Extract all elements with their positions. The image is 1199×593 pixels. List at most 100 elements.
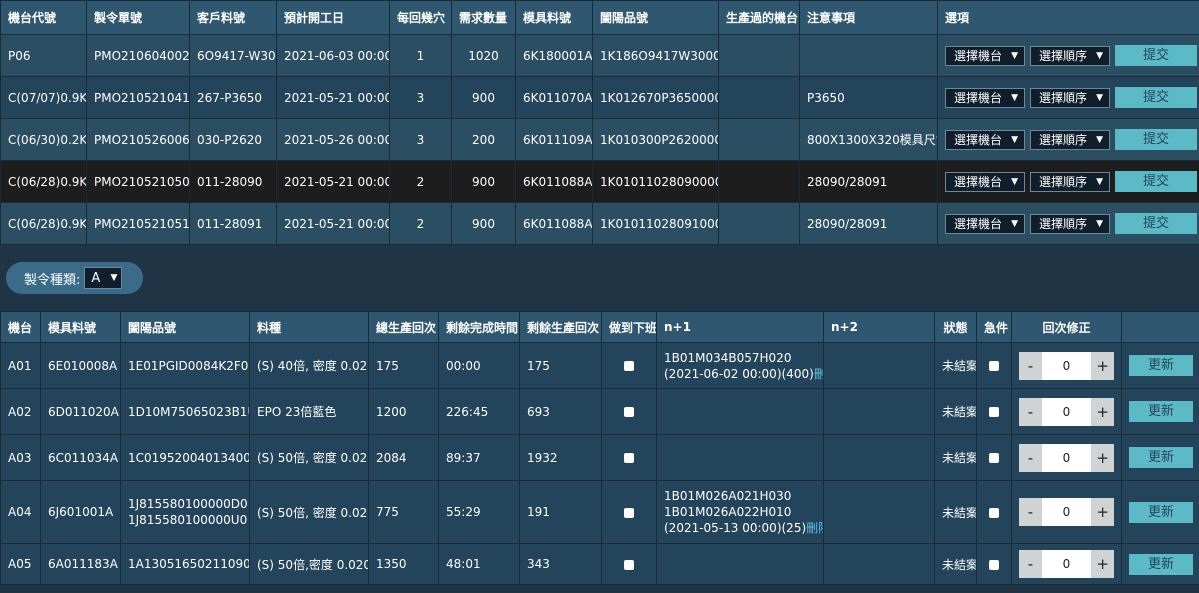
remaining-time-cell: 48:01 [438, 543, 520, 585]
urgent-checkbox[interactable] [989, 507, 999, 518]
until-shift-end-cell [601, 480, 657, 544]
status-cell: 未結案 [934, 434, 977, 481]
increment-button[interactable]: + [1091, 443, 1114, 472]
machine-cell: A02 [0, 388, 41, 435]
urgent-checkbox[interactable] [989, 559, 999, 570]
schedule-cell-machine: C(07/07)0.9K [0, 76, 87, 119]
n1-entry: 1B01M026A022H010 [664, 504, 816, 520]
until-shift-end-checkbox[interactable] [624, 453, 634, 463]
n1-entry-text: (2021-06-02 00:00)(400) [664, 366, 814, 381]
select-machine-dropdown[interactable]: 選擇機台 ▼ [945, 87, 1025, 108]
schedule-cell-produced-machines [718, 34, 800, 77]
until-shift-end-cell [601, 342, 657, 389]
select-machine-dropdown[interactable]: 選擇機台 ▼ [945, 171, 1025, 192]
schedule-cell-cavities: 1 [389, 34, 452, 77]
schedule-cell-produced-machines [718, 160, 800, 203]
decrement-button[interactable]: - [1019, 351, 1042, 380]
until-shift-end-checkbox[interactable] [624, 361, 634, 371]
select-order-dropdown[interactable]: 選擇順序 ▼ [1030, 45, 1110, 66]
urgent-checkbox[interactable] [989, 361, 999, 371]
update-button[interactable]: 更新 [1129, 355, 1193, 376]
increment-button[interactable]: + [1091, 397, 1114, 426]
schedule-cell-notes: 28090/28091 [799, 202, 938, 245]
decrement-button[interactable]: - [1019, 397, 1042, 426]
decrement-button[interactable]: - [1019, 550, 1042, 578]
select-machine-dropdown[interactable]: 選擇機台 ▼ [945, 45, 1025, 66]
update-button[interactable]: 更新 [1129, 401, 1193, 422]
schedule-cell-qty: 900 [451, 202, 516, 245]
select-machine-dropdown[interactable]: 選擇機台 ▼ [945, 129, 1025, 150]
submit-button[interactable]: 提交 [1115, 87, 1197, 108]
select-order-dropdown[interactable]: 選擇順序 ▼ [1030, 171, 1110, 192]
update-button[interactable]: 更新 [1129, 553, 1193, 575]
correction-input[interactable]: 0 [1041, 443, 1092, 472]
mold-cell: 6C011034A [40, 434, 121, 481]
schedule-cell-produced-machines [718, 118, 800, 161]
order-type-select[interactable]: A ▼ [84, 267, 123, 289]
until-shift-end-cell [601, 434, 657, 481]
until-shift-end-checkbox[interactable] [624, 507, 634, 518]
until-shift-end-checkbox[interactable] [624, 559, 634, 570]
schedule-options-cell: 選擇機台 ▼ 選擇順序 ▼ 提交 [937, 160, 1199, 203]
urgent-checkbox[interactable] [989, 453, 999, 463]
schedule-header-cell: 製令單號 [86, 0, 190, 35]
machine-status-header-cell: 做到下班 [601, 311, 657, 343]
correction-input[interactable]: 0 [1041, 397, 1092, 426]
schedule-cell-machine: P06 [0, 34, 87, 77]
product-cell: 1C01952004013400 [120, 434, 250, 481]
increment-button[interactable]: + [1091, 550, 1114, 578]
machine-status-header-cell: n+1 [656, 311, 824, 343]
correction-input[interactable]: 0 [1041, 351, 1092, 380]
schedule-cell-qty: 900 [451, 76, 516, 119]
correction-cell: -0 + [1011, 480, 1122, 544]
select-order-dropdown[interactable]: 選擇順序 ▼ [1030, 129, 1110, 150]
schedule-header-cell: 機台代號 [0, 0, 87, 35]
update-button[interactable]: 更新 [1129, 501, 1193, 523]
submit-button[interactable]: 提交 [1115, 129, 1197, 150]
schedule-cell-cavities: 2 [389, 202, 452, 245]
n1-entry-text: (2021-05-13 00:00)(25) [664, 521, 807, 535]
schedule-header-cell: 客戶料號 [189, 0, 277, 35]
machine-status-row: A03 6C011034A 1C01952004013400 (S) 50倍, 密度 … [0, 434, 1199, 481]
schedule-cell-mold: 6K180001A [515, 34, 593, 77]
schedule-cell-qty: 200 [451, 118, 516, 161]
n2-cell [823, 434, 935, 481]
submit-button[interactable]: 提交 [1115, 213, 1197, 234]
schedule-header-cell: 每回幾穴 [389, 0, 452, 35]
delete-link[interactable]: 刪除 [806, 521, 822, 535]
correction-input[interactable]: 0 [1041, 550, 1092, 578]
schedule-cell-order-no: PMO210521050 [86, 160, 190, 203]
increment-button[interactable]: + [1091, 498, 1114, 526]
select-order-dropdown[interactable]: 選擇順序 ▼ [1030, 87, 1110, 108]
schedule-header-cell: 選項 [937, 0, 1199, 35]
urgent-checkbox[interactable] [989, 407, 999, 417]
schedule-header-cell: 需求數量 [451, 0, 516, 35]
delete-link[interactable]: 刪除 [814, 367, 823, 381]
select-order-dropdown[interactable]: 選擇順序 ▼ [1030, 213, 1110, 234]
submit-button[interactable]: 提交 [1115, 171, 1197, 192]
schedule-row: C(07/07)0.9K PMO210521041 267-P3650 2021-05… [0, 76, 1199, 119]
schedule-cell-machine: C(06/28)0.9K [0, 160, 87, 203]
submit-button[interactable]: 提交 [1115, 45, 1197, 66]
schedule-cell-cavities: 3 [389, 76, 452, 119]
machine-status-header-cell: 料種 [249, 311, 369, 343]
correction-input[interactable]: 0 [1041, 498, 1092, 526]
remaining-runs-cell: 191 [519, 480, 602, 544]
schedule-cell-start-date: 2021-05-21 00:00 [276, 160, 390, 203]
decrement-button[interactable]: - [1019, 498, 1042, 526]
machine-status-header-cell [1121, 311, 1199, 343]
update-button[interactable]: 更新 [1129, 447, 1193, 468]
material-cell: (S) 40倍, 密度 0.025 [249, 342, 369, 389]
until-shift-end-cell [601, 388, 657, 435]
remaining-time-cell: 226:45 [438, 388, 520, 435]
schedule-cell-cavities: 3 [389, 118, 452, 161]
select-machine-dropdown[interactable]: 選擇機台 ▼ [945, 213, 1025, 234]
schedule-row: C(06/30)0.2K PMO210526006 030-P2620 2021-05… [0, 118, 1199, 161]
product-code: 1J815580100000U0 [128, 513, 248, 527]
schedule-cell-product: 1K012670P3650000 [592, 76, 719, 119]
increment-button[interactable]: + [1091, 351, 1114, 380]
decrement-button[interactable]: - [1019, 443, 1042, 472]
schedule-cell-order-no: PMO210604002 [86, 34, 190, 77]
until-shift-end-checkbox[interactable] [624, 407, 634, 417]
schedule-cell-product: 1K01011028090000 [592, 160, 719, 203]
